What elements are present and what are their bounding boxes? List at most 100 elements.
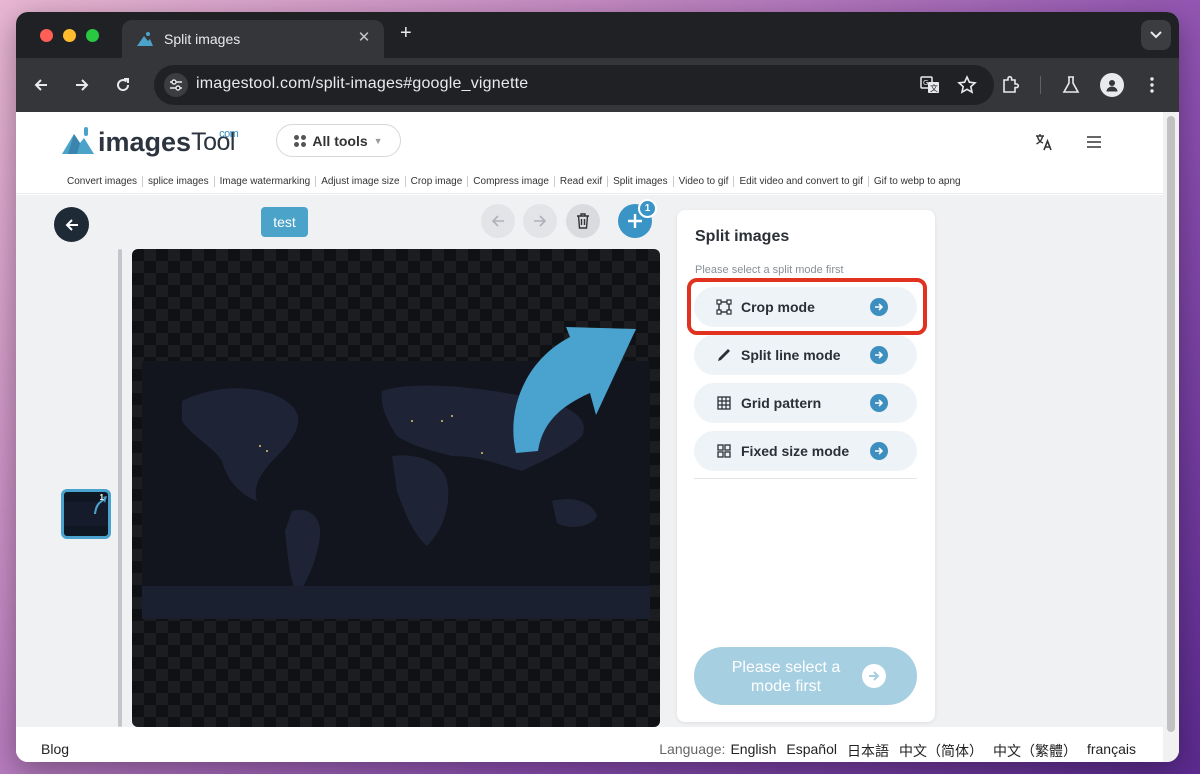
extensions-icon[interactable] <box>998 73 1022 97</box>
logo-text-secondary: com Tool <box>191 128 239 156</box>
svg-text:文: 文 <box>930 83 938 93</box>
web-page: images com Tool All tools ▼ Convert imag… <box>16 112 1163 762</box>
submit-label: Please select a mode first <box>731 659 841 695</box>
split-mode-panel: Split images Please select a split mode … <box>677 210 935 722</box>
scroll-thumb[interactable] <box>1167 116 1175 732</box>
site-header: images com Tool All tools ▼ Convert imag… <box>16 112 1163 194</box>
tool-nav-link[interactable]: Image watermarking <box>213 176 316 187</box>
language-list: Language: English Español 日本語 中文（简体） 中文（… <box>659 741 1136 761</box>
back-nav-button[interactable] <box>54 207 89 242</box>
delete-button[interactable] <box>566 204 600 238</box>
forward-button[interactable] <box>69 72 95 98</box>
back-button[interactable] <box>28 72 54 98</box>
arrow-right-icon <box>76 79 89 91</box>
panel-divider <box>694 478 917 479</box>
arrow-left-icon <box>65 218 78 231</box>
image-canvas[interactable] <box>132 249 660 727</box>
language-link[interactable]: français <box>1087 741 1136 761</box>
browser-menu-icon[interactable] <box>1140 73 1164 97</box>
translate-page-icon[interactable]: 文G <box>919 74 941 96</box>
tool-nav: Convert images splice images Image water… <box>62 176 966 187</box>
svg-text:G: G <box>923 79 928 87</box>
curved-arrow-graphic <box>513 327 636 453</box>
language-link[interactable]: 中文（简体） <box>899 741 983 761</box>
trash-icon <box>577 213 589 229</box>
site-logo[interactable]: images com Tool <box>60 122 239 156</box>
panel-hint: Please select a split mode first <box>695 264 844 276</box>
logo-mark-icon <box>62 127 94 154</box>
panel-title: Split images <box>695 228 790 245</box>
toolbar-divider <box>1040 76 1041 94</box>
site-favicon-icon <box>137 32 153 46</box>
arrow-left-icon <box>491 215 504 227</box>
site-info-icon[interactable] <box>164 73 188 97</box>
split-line-mode-button[interactable]: Split line mode <box>694 335 917 375</box>
arrow-left-icon <box>34 79 47 91</box>
apps-grid-icon <box>294 134 307 147</box>
tool-nav-link[interactable]: Compress image <box>467 176 554 187</box>
tab-title: Split images <box>164 31 241 47</box>
close-tab-icon[interactable]: ✕ <box>354 28 374 46</box>
page-scrollbar[interactable] <box>1163 112 1179 762</box>
split-submit-button[interactable]: Please select a mode first <box>694 647 917 705</box>
caret-down-icon: ▼ <box>373 135 383 146</box>
tab-search-button[interactable] <box>1141 20 1171 50</box>
address-bar[interactable]: imagestool.com/split-images#google_vigne… <box>154 65 994 105</box>
image-thumbnail[interactable]: 1 <box>61 489 111 539</box>
close-window-button[interactable] <box>40 29 53 42</box>
arrow-right-icon <box>534 215 547 227</box>
arrow-right-circle-icon <box>870 346 888 364</box>
test-button[interactable]: test <box>261 207 308 237</box>
tool-nav-link[interactable]: Gif to webp to apng <box>867 176 966 187</box>
reload-button[interactable] <box>110 72 136 98</box>
blog-link[interactable]: Blog <box>41 741 69 757</box>
tool-nav-link[interactable]: Convert images <box>62 176 142 187</box>
browser-toolbar: imagestool.com/split-images#google_vigne… <box>16 58 1179 112</box>
redo-button[interactable] <box>523 204 557 238</box>
minimize-window-button[interactable] <box>63 29 76 42</box>
tool-nav-link[interactable]: Edit video and convert to gif <box>733 176 867 187</box>
labs-flask-icon[interactable] <box>1059 73 1083 97</box>
tool-nav-link[interactable]: Crop image <box>404 176 468 187</box>
language-link[interactable]: 日本語 <box>847 741 889 761</box>
tool-nav-link[interactable]: Split images <box>607 176 672 187</box>
new-tab-button[interactable]: + <box>400 23 412 43</box>
tool-nav-link[interactable]: Video to gif <box>672 176 734 187</box>
grid-pattern-label: Grid pattern <box>741 395 822 411</box>
grid-pattern-button[interactable]: Grid pattern <box>694 383 917 423</box>
language-label: Language: <box>659 741 726 757</box>
language-switch-icon[interactable] <box>1032 130 1056 154</box>
arrow-right-circle-icon <box>870 394 888 412</box>
arrow-right-circle-icon <box>862 664 886 688</box>
all-tools-label: All tools <box>312 132 368 149</box>
tool-nav-link[interactable]: Adjust image size <box>315 176 404 187</box>
fixed-size-icon <box>716 443 732 459</box>
profile-avatar-icon[interactable] <box>1100 73 1124 97</box>
fixed-size-mode-button[interactable]: Fixed size mode <box>694 431 917 471</box>
site-footer: Blog Language: English Español 日本語 中文（简体… <box>16 727 1163 762</box>
thumbnail-count-badge: 1 <box>99 493 104 502</box>
active-tab[interactable]: Split images ✕ <box>122 20 384 58</box>
editor-workspace: 1 test 1 Split images Please select a sp… <box>16 195 1163 727</box>
grid-icon <box>716 395 732 411</box>
tab-strip: Split images ✕ + <box>16 12 1179 58</box>
browser-window: Split images ✕ + imagestool.com/split-im… <box>16 12 1179 762</box>
chevron-down-icon <box>1150 31 1162 39</box>
logo-superscript: com <box>219 128 239 140</box>
image-count-badge: 1 <box>638 199 657 218</box>
maximize-window-button[interactable] <box>86 29 99 42</box>
crop-mode-highlight <box>687 278 927 335</box>
language-link[interactable]: Español <box>786 741 837 761</box>
undo-button[interactable] <box>481 204 515 238</box>
hamburger-menu-icon[interactable] <box>1082 130 1106 154</box>
tool-nav-link[interactable]: splice images <box>142 176 214 187</box>
bookmark-star-icon[interactable] <box>956 74 978 96</box>
split-line-mode-label: Split line mode <box>741 347 841 363</box>
all-tools-dropdown[interactable]: All tools ▼ <box>276 124 401 157</box>
language-link[interactable]: English <box>730 741 776 761</box>
url-text[interactable]: imagestool.com/split-images#google_vigne… <box>196 75 528 93</box>
thumbnail-scrollbar[interactable] <box>118 249 122 727</box>
tool-nav-link[interactable]: Read exif <box>553 176 607 187</box>
arrow-right-circle-icon <box>870 442 888 460</box>
language-link[interactable]: 中文（繁體） <box>993 741 1077 761</box>
